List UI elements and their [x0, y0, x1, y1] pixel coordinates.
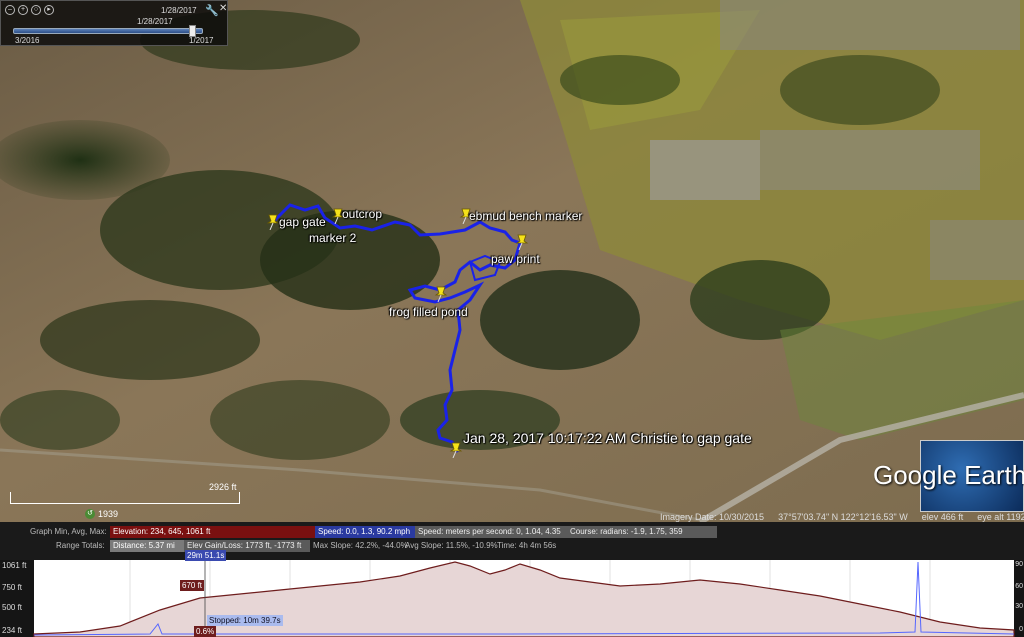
y-tick: 500 ft — [2, 603, 23, 612]
speed-stat[interactable]: Speed: 0.0, 1.3, 90.2 mph — [315, 525, 415, 538]
coordinates: 37°57'03.74" N 122°12'16.53" W — [778, 512, 908, 522]
zoom-in-icon[interactable]: + — [18, 5, 28, 15]
placemark-label-track-start[interactable]: Jan 28, 2017 10:17:22 AM Christie to gap… — [463, 430, 752, 446]
max-slope-stat[interactable]: Max Slope: 42.2%, -44.0% — [310, 540, 408, 552]
right-tick: 90 — [1015, 561, 1023, 568]
placemark-label-paw-print[interactable]: paw print — [491, 252, 540, 266]
clock-icon: ↺ — [85, 509, 95, 519]
y-tick: 234 ft — [2, 626, 23, 635]
pushpin-icon[interactable] — [266, 214, 280, 230]
eye-altitude: eye alt 11925 ft — [977, 512, 1024, 522]
y-tick: 750 ft — [2, 583, 23, 592]
time-slider-end: 1/2017 — [189, 36, 214, 45]
pushpin-icon[interactable] — [434, 286, 448, 302]
time-slider-track[interactable] — [13, 28, 203, 34]
course-stat[interactable]: Course: radians: -1.9, 1.75, 359 — [567, 525, 717, 538]
placemark-label-frog-filled-pond[interactable]: frog filled pond — [389, 305, 468, 319]
range-totals-label: Range Totals: — [56, 540, 105, 550]
zoom-range-icon[interactable]: ○ — [31, 5, 41, 15]
right-tick: 0 — [1019, 626, 1023, 633]
placemark-label-ebmud-bench-marker[interactable]: ebmud bench marker — [469, 209, 582, 223]
y-tick: 1061 ft — [2, 561, 27, 570]
profile-plot — [33, 560, 1015, 637]
elevation-profile-graph[interactable]: 1061 ft 750 ft 500 ft 234 ft 90 60 30 0 … — [0, 550, 1024, 637]
elevation-stat[interactable]: Elevation: 234, 645, 1061 ft — [110, 525, 315, 538]
close-icon[interactable]: ✕ — [219, 3, 227, 14]
zoom-out-icon[interactable]: – — [5, 5, 15, 15]
play-icon[interactable]: ▸ — [44, 5, 54, 15]
slope-tag: 0.6% — [194, 626, 217, 637]
graph-label: Graph Min, Avg, Max: — [30, 526, 107, 536]
time-stat: Time: 4h 4m 56s — [497, 540, 557, 550]
scale-label: 2926 ft — [209, 482, 237, 492]
map-view[interactable]: – + ○ ▸ 1/28/2017 1/28/2017 3/2016 1/201… — [0, 0, 1024, 522]
speed-units-stat[interactable]: Speed: meters per second: 0, 1.04, 4.35 — [415, 525, 567, 538]
time-slider-start: 3/2016 — [15, 36, 40, 45]
pushpin-icon[interactable] — [449, 442, 463, 458]
elevation-readout: elev 466 ft — [921, 512, 964, 522]
right-tick: 60 — [1015, 583, 1023, 590]
historical-imagery-indicator[interactable]: ↺ 1939 — [85, 509, 118, 519]
scale-bar — [10, 492, 240, 504]
placemark-label-marker-2[interactable]: marker 2 — [309, 231, 356, 245]
google-earth-logo: Google Earth — [873, 460, 1024, 490]
historical-year: 1939 — [98, 509, 119, 519]
placemark-label-gap-gate[interactable]: gap gate — [279, 215, 326, 229]
time-slider-date-current: 1/28/2017 — [137, 17, 173, 26]
cursor-time-tag: 29m 51.1s — [185, 550, 227, 561]
wrench-icon[interactable]: 🔧 — [205, 4, 219, 17]
cursor-elevation-tag: 670 ft — [180, 580, 205, 591]
right-tick: 30 — [1015, 603, 1023, 610]
pushpin-icon[interactable] — [515, 234, 529, 250]
elevation-profile-stats: Graph Min, Avg, Max: Elevation: 234, 645… — [0, 522, 1024, 560]
time-slider[interactable]: – + ○ ▸ 1/28/2017 1/28/2017 3/2016 1/201… — [0, 0, 228, 46]
placemark-label-outcrop[interactable]: outcrop — [342, 207, 382, 221]
stopped-tag: Stopped: 10m 39.7s — [207, 615, 283, 626]
status-bar: Imagery Date: 10/30/2015 37°57'03.74" N … — [660, 512, 1024, 522]
avg-slope-stat[interactable]: Avg Slope: 11.5%, -10.9% — [402, 540, 498, 552]
distance-stat: Distance: 5.37 mi — [110, 539, 184, 552]
time-slider-date-top: 1/28/2017 — [161, 6, 197, 15]
imagery-date: Imagery Date: 10/30/2015 — [660, 512, 765, 522]
